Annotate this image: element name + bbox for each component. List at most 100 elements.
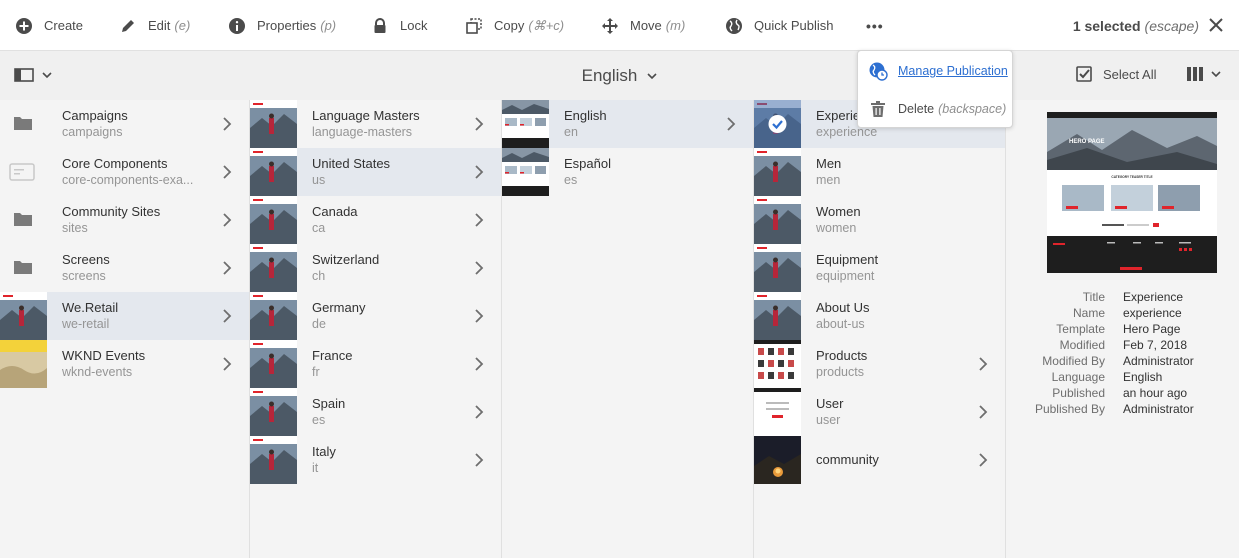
move-button[interactable]: Move (m) (600, 0, 685, 51)
pencil-icon (118, 16, 138, 36)
thumbnail[interactable] (754, 244, 801, 292)
thumbnail[interactable] (754, 196, 801, 244)
thumbnail[interactable] (754, 340, 801, 388)
list-item[interactable]: Men men (754, 148, 1005, 196)
row-name: about-us (816, 317, 865, 331)
list-item[interactable]: Core Components core-components-exa... (0, 148, 249, 196)
properties-label: Properties (257, 18, 317, 33)
list-item[interactable]: Language Masters language-masters (250, 100, 501, 148)
thumbnail (250, 388, 297, 436)
selected-thumbnail[interactable] (754, 100, 801, 148)
select-all-button[interactable]: Select All (1076, 66, 1156, 82)
chevron-right-icon (979, 357, 988, 371)
list-item[interactable]: Switzerland ch (250, 244, 501, 292)
list-item[interactable]: community (754, 436, 1005, 484)
list-item[interactable]: United States us (250, 148, 501, 196)
move-shortcut: (m) (665, 18, 686, 33)
add-circle-icon (14, 16, 34, 36)
thumbnail[interactable] (754, 388, 801, 436)
rail-toggle-button[interactable] (14, 67, 52, 83)
more-actions-button[interactable]: ••• (866, 0, 884, 51)
chevron-right-icon (475, 309, 484, 323)
thumbnail (250, 292, 297, 340)
property-row: Language English (1020, 369, 1194, 385)
view-switcher-button[interactable] (1186, 66, 1221, 82)
row-title: English (564, 108, 607, 123)
more-actions-popover: Manage Publication Delete (backspace) (857, 50, 1013, 128)
quick-publish-button[interactable]: Quick Publish (724, 0, 833, 51)
list-item[interactable]: User user (754, 388, 1005, 436)
select-all-label: Select All (1103, 66, 1157, 82)
properties-button[interactable]: Properties (p) (227, 0, 336, 51)
row-title: Products (816, 348, 868, 363)
list-item[interactable]: Products products (754, 340, 1005, 388)
chevron-right-icon (475, 213, 484, 227)
preview-hero-text: HERO PAGE (1069, 139, 1105, 145)
list-item[interactable]: Canada ca (250, 196, 501, 244)
row-title: Germany (312, 300, 366, 315)
list-item[interactable]: France fr (250, 340, 501, 388)
list-item[interactable]: Campaigns campaigns (0, 100, 249, 148)
move-icon (600, 16, 620, 36)
column-4: Experience experience Men men Women women Equi… (754, 100, 1006, 558)
property-row: Published By Administrator (1020, 401, 1194, 417)
list-item[interactable]: About Us about-us (754, 292, 1005, 340)
list-item[interactable]: Screens screens (0, 244, 249, 292)
list-item[interactable]: Español es (502, 148, 753, 196)
copy-button[interactable]: Copy (⌘+c) (464, 0, 564, 51)
delete-item[interactable]: Delete (backspace) (868, 99, 1006, 119)
chevron-right-icon (475, 117, 484, 131)
manage-publication-item[interactable]: Manage Publication (868, 61, 1008, 81)
list-item[interactable]: Equipment equipment (754, 244, 1005, 292)
list-item[interactable]: Community Sites sites (0, 196, 249, 244)
row-name: user (816, 413, 841, 427)
list-item[interactable]: WKND Events wknd-events (0, 340, 249, 388)
list-item[interactable]: English en (502, 100, 753, 148)
row-title: Switzerland (312, 252, 380, 267)
chevron-down-icon (1211, 71, 1221, 78)
list-item[interactable]: Germany de (250, 292, 501, 340)
thumbnail[interactable] (754, 292, 801, 340)
chevron-right-icon (475, 453, 484, 467)
folder-icon (14, 117, 32, 130)
column-view-icon (1187, 67, 1203, 81)
rail-icon (14, 68, 34, 82)
delete-shortcut: (backspace) (938, 102, 1007, 116)
list-item[interactable]: We.Retail we-retail (0, 292, 249, 340)
chevron-right-icon (223, 213, 232, 227)
row-name: ch (312, 269, 326, 283)
close-selection-button[interactable] (1207, 16, 1225, 34)
chevron-right-icon (475, 405, 484, 419)
create-button[interactable]: Create (14, 0, 83, 51)
list-item[interactable]: Spain es (250, 388, 501, 436)
close-icon (1209, 18, 1223, 32)
thumbnail[interactable] (754, 436, 801, 484)
row-name: es (312, 413, 326, 427)
row-title: Screens (62, 252, 110, 267)
row-name: it (312, 461, 319, 475)
edit-button[interactable]: Edit (e) (118, 0, 190, 51)
folder-icon (14, 213, 32, 226)
row-name: sites (62, 221, 88, 235)
lock-button[interactable]: Lock (370, 0, 427, 51)
thumbnail (0, 148, 47, 196)
property-value: Feb 7, 2018 (1123, 338, 1188, 352)
chevron-right-icon (979, 405, 988, 419)
breadcrumb-title[interactable]: English (582, 66, 658, 86)
list-item[interactable]: Italy it (250, 436, 501, 484)
property-row: Template Hero Page (1020, 321, 1194, 337)
globe-clock-icon (868, 61, 888, 81)
property-value: Administrator (1123, 354, 1194, 368)
row-name: men (816, 173, 841, 187)
list-item[interactable]: Women women (754, 196, 1005, 244)
page-preview-thumbnail: HERO PAGE CATEGORY TEASER TITLE (1047, 112, 1217, 273)
row-name: campaigns (62, 125, 123, 139)
column-1: Campaigns campaigns Core Components core-co… (0, 100, 250, 558)
copy-label: Copy (494, 18, 525, 33)
property-row: Modified By Administrator (1020, 353, 1194, 369)
thumbnail[interactable] (754, 148, 801, 196)
chevron-right-icon (475, 261, 484, 275)
thumbnail (250, 436, 297, 484)
property-row: Name experience (1020, 305, 1194, 321)
create-label: Create (44, 18, 84, 33)
